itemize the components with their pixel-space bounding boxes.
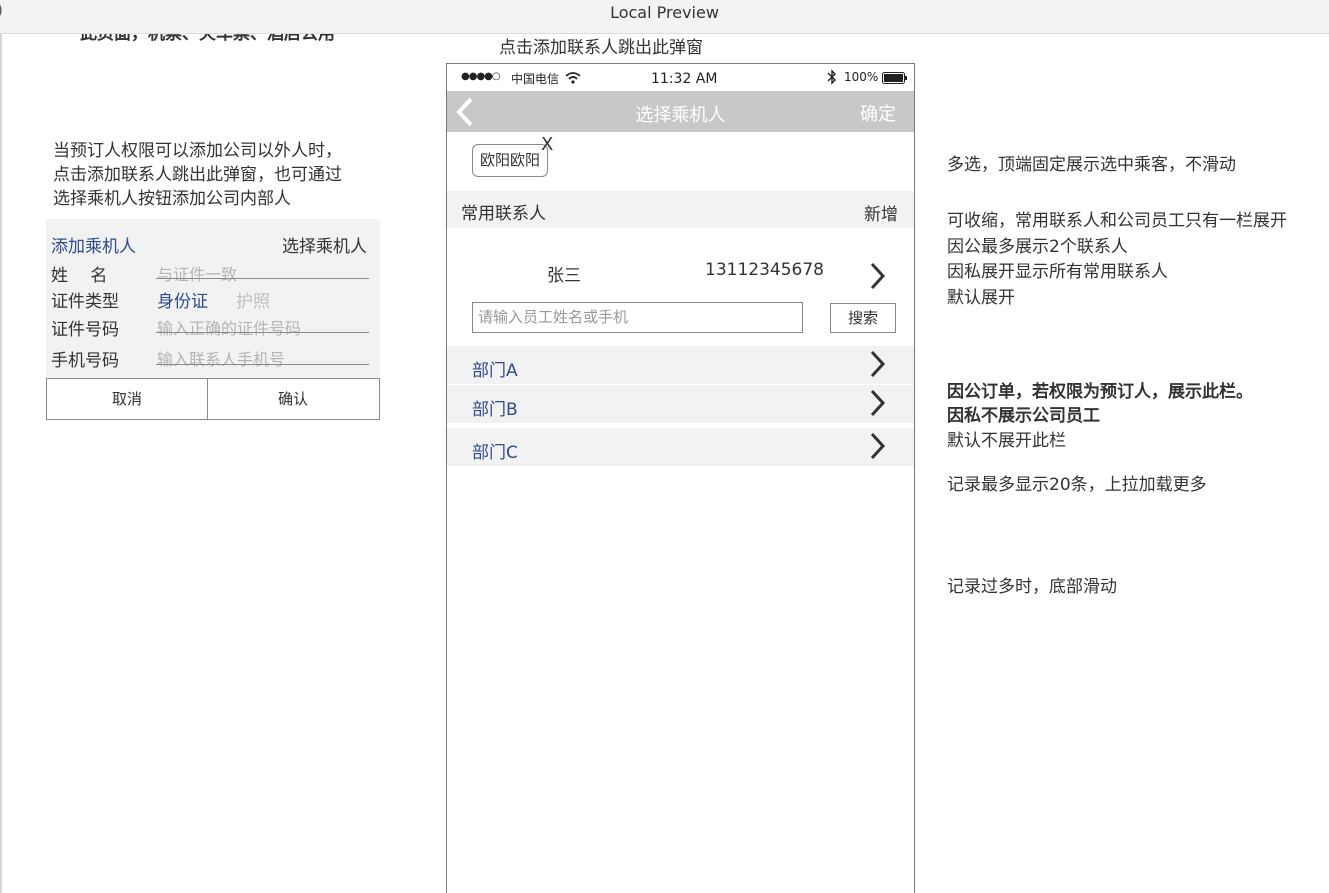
left-desc-line-3: 选择乘机人按钮添加公司内部人	[53, 189, 291, 209]
chevron-right-icon	[870, 432, 886, 460]
cancel-button[interactable]: 取消	[47, 379, 208, 419]
department-row[interactable]: 部门A	[447, 346, 914, 384]
note-record-limit: 记录最多显示20条，上拉加载更多	[947, 475, 1207, 495]
chevron-right-icon	[870, 262, 886, 290]
id-type-passport-option[interactable]: 护照	[236, 287, 270, 312]
note-collapse-line-2: 因公最多展示2个联系人	[947, 237, 1128, 257]
contact-name: 张三	[547, 266, 581, 286]
note-company-bold-1: 因公订单，若权限为预订人，展示此栏。	[947, 382, 1253, 402]
phone-frame: ●●●●○ 中国电信 11:32 AM 100% 选择乘机人 确定 欧阳欧阳 X…	[446, 63, 915, 893]
chevron-right-icon	[870, 350, 886, 378]
note-collapse-line-4: 默认展开	[947, 288, 1015, 308]
note-selected-passengers: 多选，顶端固定展示选中乘客，不滑动	[947, 155, 1236, 175]
note-collapse-line-1: 可收缩，常用联系人和公司员工只有一栏展开	[947, 211, 1287, 231]
name-underline	[156, 278, 369, 279]
window-title: Local Preview	[610, 3, 719, 22]
id-type-idcard-option[interactable]: 身份证	[157, 287, 208, 312]
id-number-label: 证件号码	[51, 320, 119, 340]
selected-passenger-chip[interactable]: 欧阳欧阳	[472, 144, 548, 177]
search-button[interactable]: 搜索	[830, 303, 896, 333]
phone-underline	[156, 364, 369, 365]
contact-row[interactable]: 张三 13112345678	[447, 247, 914, 291]
left-edge-border	[0, 34, 2, 893]
department-row[interactable]: 部门B	[447, 385, 914, 423]
contacts-header[interactable]: 常用联系人 新增	[447, 191, 914, 228]
popup-hint-note: 点击添加联系人跳出此弹窗	[499, 38, 703, 58]
signal-icon: ●●●●○	[461, 71, 501, 82]
department-label: 部门B	[472, 400, 518, 420]
chip-close-icon[interactable]: X	[541, 134, 553, 155]
note-collapse-line-3: 因私展开显示所有常用联系人	[947, 262, 1168, 282]
department-row[interactable]: 部门C	[447, 428, 914, 466]
left-desc-line-1: 当预订人权限可以添加公司以外人时，	[53, 141, 342, 161]
nav-confirm-button[interactable]: 确定	[860, 100, 896, 126]
battery-icon	[882, 72, 907, 84]
department-label: 部门A	[472, 361, 518, 381]
form-button-bar: 取消 确认	[46, 378, 380, 420]
carrier-label: 中国电信	[511, 72, 560, 86]
contact-phone: 13112345678	[705, 260, 824, 280]
employee-search-input[interactable]: 请输入员工姓名或手机	[472, 302, 803, 333]
confirm-button[interactable]: 确认	[207, 379, 379, 419]
note-company-bold-2: 因私不展示公司员工	[947, 406, 1100, 426]
phone-input[interactable]: 输入联系人手机号	[157, 346, 285, 370]
note-scroll: 记录过多时，底部滑动	[947, 577, 1117, 597]
status-time: 11:32 AM	[651, 71, 718, 87]
id-number-underline	[156, 332, 369, 333]
window-control-icon[interactable]: )	[0, 1, 3, 19]
window-titlebar: Local Preview	[0, 0, 1329, 34]
status-bar: ●●●●○ 中国电信 11:32 AM 100%	[447, 64, 914, 92]
add-contact-button[interactable]: 新增	[864, 200, 898, 225]
id-number-input[interactable]: 输入正确的证件号码	[157, 315, 301, 339]
left-desc-line-2: 点击添加联系人跳出此弹窗，也可通过	[53, 165, 342, 185]
battery-percent: 100%	[844, 70, 879, 84]
add-contact-form: 添加乘机人 选择乘机人 姓 名 与证件一致 证件类型 身份证 护照 证件号码 输…	[46, 219, 380, 379]
phone-label: 手机号码	[51, 351, 119, 371]
select-passenger-link[interactable]: 选择乘机人	[282, 232, 367, 257]
chevron-right-icon	[870, 389, 886, 417]
nav-bar: 选择乘机人 确定	[447, 91, 914, 132]
add-passenger-link[interactable]: 添加乘机人	[51, 232, 136, 257]
contacts-header-label: 常用联系人	[461, 204, 546, 224]
id-type-label: 证件类型	[51, 292, 119, 312]
name-input[interactable]: 与证件一致	[157, 261, 237, 285]
nav-title: 选择乘机人	[635, 105, 726, 126]
name-label: 姓 名	[51, 266, 108, 286]
wifi-icon	[565, 72, 581, 84]
bluetooth-icon	[827, 69, 836, 85]
note-company-default: 默认不展开此栏	[947, 431, 1066, 451]
department-label: 部门C	[472, 443, 518, 463]
